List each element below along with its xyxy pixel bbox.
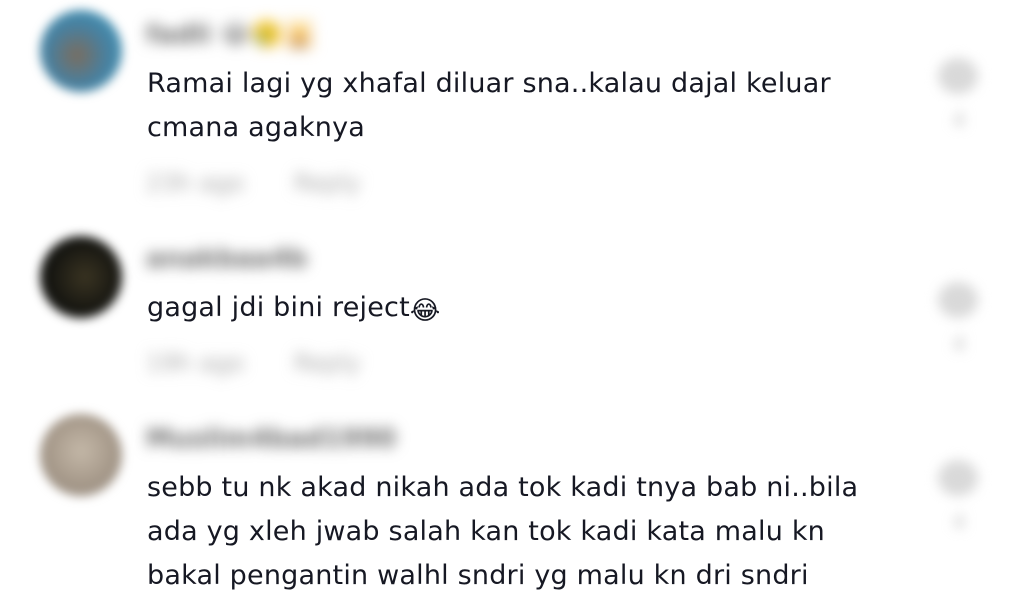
avatar[interactable] xyxy=(40,414,122,496)
comment-item: Muslim4bad1990 sebb tu nk akad nikah ada… xyxy=(0,0,1030,608)
like-button[interactable]: 4 xyxy=(930,460,988,540)
comment-list: fadli 😂🥲🕌 Ramai lagi yg xhafal diluar sn… xyxy=(0,0,1030,608)
like-count: 4 xyxy=(952,510,966,534)
heart-icon xyxy=(938,460,978,496)
comment-username[interactable]: Muslim4bad1990 xyxy=(146,424,396,454)
comment-text: sebb tu nk akad nikah ada tok kadi tnya … xyxy=(147,472,859,591)
